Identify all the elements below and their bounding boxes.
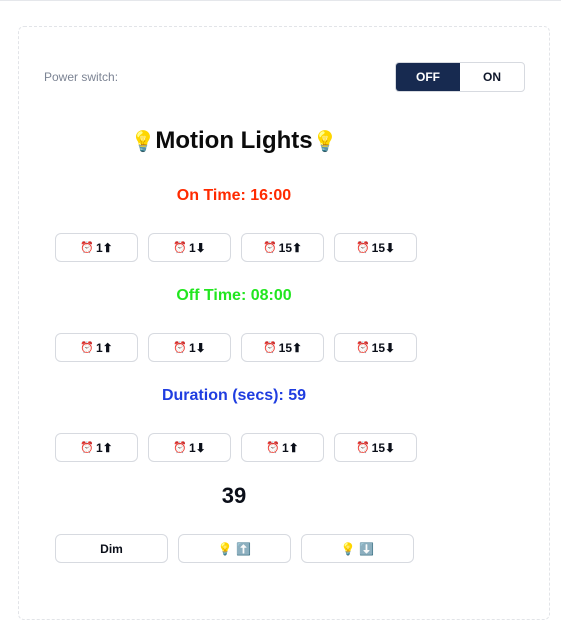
on-time-label: On Time: 16:00 [176,187,292,204]
power-off-option[interactable]: OFF [396,63,460,91]
duration-buttons: ⏰ 1 ⬆ ⏰ 1 ⬇ ⏰ 1 ⬆ ⏰ 15 ⬇ [55,433,417,462]
step-amount: 1 [188,240,196,255]
top-divider [0,0,561,1]
arrow-up-icon: ⬆ [288,440,299,455]
dim-button[interactable]: Dim [55,534,168,563]
alarm-clock-icon: ⏰ [355,342,370,354]
off-time-adjust-button[interactable]: ⏰ 15 ⬇ [334,333,417,362]
step-amount: 15 [371,340,385,355]
alarm-clock-icon: ⏰ [355,442,370,454]
brightness-controls: Dim 💡 ⬆️ 💡 ⬇️ [55,534,414,563]
alarm-clock-icon: ⏰ [173,442,187,454]
alarm-clock-icon: ⏰ [262,342,277,354]
alarm-clock-icon: ⏰ [266,442,280,454]
alarm-clock-icon: ⏰ [80,442,94,454]
on-time-buttons: ⏰ 1 ⬆ ⏰ 1 ⬇ ⏰ 15 ⬆ ⏰ 15 ⬇ [55,233,417,262]
off-time-adjust-button[interactable]: ⏰ 15 ⬆ [241,333,324,362]
duration-adjust-button[interactable]: ⏰ 1 ⬆ [241,433,324,462]
off-time-adjust-button[interactable]: ⏰ 1 ⬇ [148,333,231,362]
arrow-down-icon: ⬇ [195,440,206,455]
alarm-clock-icon: ⏰ [262,242,277,254]
arrow-down-icon: ⬇ [195,240,206,255]
power-switch-label: Power switch: [44,70,119,84]
step-amount: 1 [95,240,103,255]
alarm-clock-icon: ⏰ [80,342,94,354]
power-switch[interactable]: OFF ON [395,62,525,92]
step-amount: 1 [95,440,103,455]
arrow-up-icon: ⬆ [102,340,113,355]
off-time-adjust-button[interactable]: ⏰ 1 ⬆ [55,333,138,362]
duration-adjust-button[interactable]: ⏰ 15 ⬇ [334,433,417,462]
alarm-clock-icon: ⏰ [173,342,187,354]
arrow-down-icon: ⬇ [385,440,396,455]
alarm-clock-icon: ⏰ [173,242,187,254]
lightbulb-icon: 💡 [130,131,156,153]
brightness-value: 39 [221,483,247,508]
step-amount: 1 [188,440,196,455]
arrow-up-icon: ⬆ [292,340,303,355]
step-amount: 15 [371,440,385,455]
power-on-option[interactable]: ON [460,63,524,91]
step-amount: 15 [278,340,292,355]
on-time-adjust-button[interactable]: ⏰ 1 ⬇ [148,233,231,262]
brightness-down-button[interactable]: 💡 ⬇️ [301,534,414,563]
on-time-adjust-button[interactable]: ⏰ 15 ⬆ [241,233,324,262]
step-amount: 1 [188,340,196,355]
page-title: 💡Motion Lights💡 [19,127,449,155]
duration-adjust-button[interactable]: ⏰ 1 ⬇ [148,433,231,462]
lightbulb-icon: 💡 [312,131,338,153]
step-amount: 15 [371,240,385,255]
duration-label: Duration (secs): 59 [161,387,307,404]
step-amount: 1 [281,440,289,455]
off-time-label: Off Time: 08:00 [176,287,292,304]
off-time-buttons: ⏰ 1 ⬆ ⏰ 1 ⬇ ⏰ 15 ⬆ ⏰ 15 ⬇ [55,333,417,362]
brightness-up-button[interactable]: 💡 ⬆️ [178,534,291,563]
step-amount: 15 [278,240,292,255]
arrow-down-icon: ⬇ [385,240,396,255]
on-time-adjust-button[interactable]: ⏰ 1 ⬆ [55,233,138,262]
arrow-down-icon: ⬇ [195,340,206,355]
motion-lights-card: Power switch: OFF ON 💡Motion Lights💡 On … [18,26,550,620]
arrow-up-icon: ⬆ [292,240,303,255]
duration-adjust-button[interactable]: ⏰ 1 ⬆ [55,433,138,462]
arrow-up-icon: ⬆ [102,440,113,455]
arrow-down-icon: ⬇ [385,340,396,355]
alarm-clock-icon: ⏰ [80,242,94,254]
on-time-adjust-button[interactable]: ⏰ 15 ⬇ [334,233,417,262]
step-amount: 1 [95,340,103,355]
alarm-clock-icon: ⏰ [355,242,370,254]
title-text: Motion Lights [155,127,313,154]
arrow-up-icon: ⬆ [102,240,113,255]
